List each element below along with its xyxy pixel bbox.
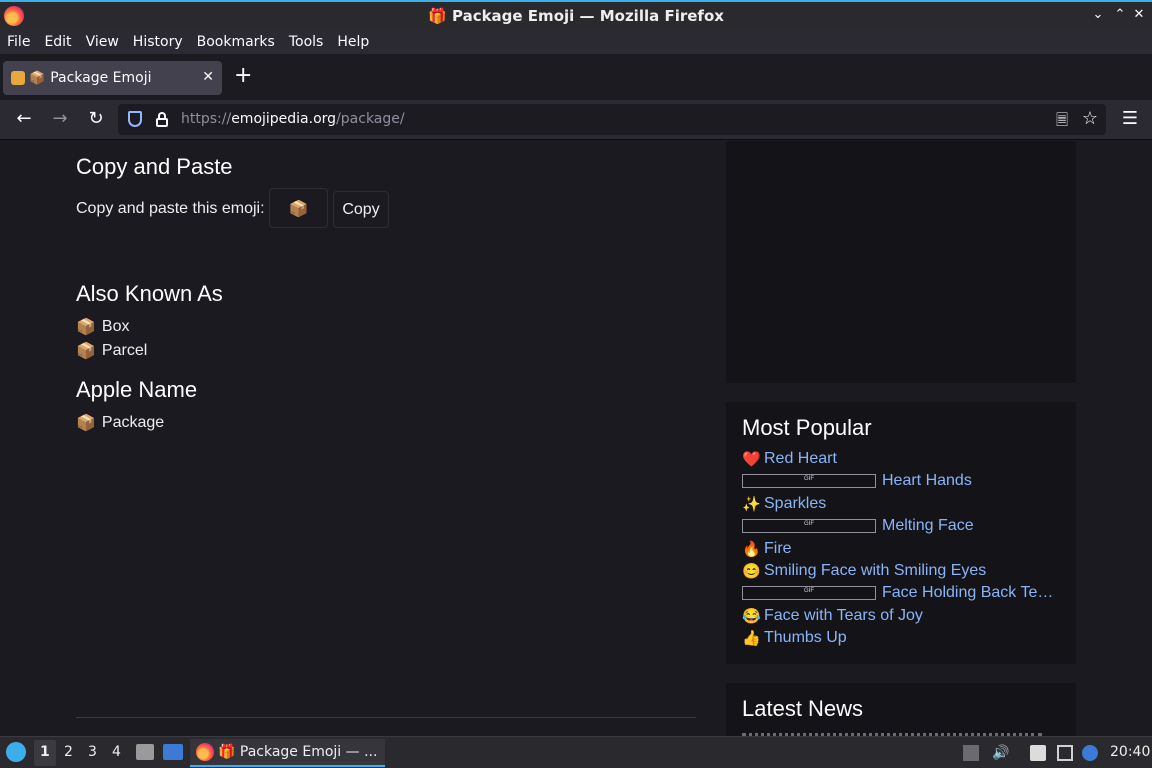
list-item: 📦 Box — [76, 318, 130, 336]
tray-storage-icon[interactable] — [963, 745, 979, 761]
tracking-protection-shield-icon[interactable] — [128, 111, 142, 127]
taskbar-firefox-window[interactable]: 🎁 Package Emoji — ... — [190, 739, 385, 767]
copy-paste-heading: Copy and Paste — [76, 154, 233, 179]
copy-button[interactable]: Copy — [333, 191, 389, 228]
menu-edit[interactable]: Edit — [44, 34, 71, 50]
menu-help[interactable]: Help — [337, 34, 369, 50]
content-divider — [76, 717, 696, 718]
app-menu-button[interactable]: ☰ — [1122, 108, 1138, 129]
network-icon[interactable] — [1057, 745, 1073, 761]
tab-strip: 📦 Package Emoji ✕ + — [0, 54, 1152, 100]
workspace-1[interactable]: 1 — [40, 744, 50, 760]
package-icon: 📦 — [29, 70, 46, 86]
menu-view[interactable]: View — [86, 34, 119, 50]
window-titlebar: 🎁 Package Emoji — Mozilla Firefox ⌄ ⌃ ✕ — [0, 0, 1152, 30]
gif-thumbnail — [742, 519, 876, 533]
new-tab-button[interactable]: + — [234, 64, 252, 88]
menu-file[interactable]: File — [7, 34, 30, 50]
popular-item[interactable]: ✨ Sparkles — [742, 495, 826, 513]
popular-item[interactable]: 😂 Face with Tears of Joy — [742, 607, 923, 625]
close-tab-button[interactable]: ✕ — [202, 69, 214, 85]
start-menu-icon[interactable] — [6, 742, 26, 762]
apple-name-heading: Apple Name — [76, 377, 198, 402]
taskbar: 1 2 3 4 🎁 Package Emoji — ... 🔊 20:40 — [0, 736, 1152, 768]
menu-history[interactable]: History — [133, 34, 183, 50]
window-title: 🎁 Package Emoji — Mozilla Firefox — [428, 7, 724, 25]
workspace-4[interactable]: 4 — [112, 744, 121, 760]
page-content: Copy and Paste Copy and paste this emoji… — [0, 141, 1152, 736]
reader-view-icon[interactable]: 🗏 — [1056, 110, 1068, 135]
volume-icon[interactable]: 🔊 — [992, 745, 1009, 761]
forward-button[interactable]: → — [48, 108, 72, 130]
close-window-button[interactable]: ✕ — [1129, 7, 1149, 22]
menu-tools[interactable]: Tools — [289, 34, 324, 50]
menu-bar: File Edit View History Bookmarks Tools H… — [0, 30, 1152, 54]
navigation-toolbar: ← → ↻ https://emojipedia.org/package/ 🗏 … — [0, 100, 1152, 140]
workspace-3[interactable]: 3 — [88, 744, 97, 760]
latest-news-heading: Latest News — [742, 696, 864, 721]
popular-item[interactable]: Face Holding Back Te… — [742, 584, 1053, 602]
back-button[interactable]: ← — [12, 108, 36, 130]
minimize-button[interactable]: ⌄ — [1088, 7, 1108, 22]
popular-item[interactable]: Heart Hands — [742, 472, 972, 490]
lock-icon[interactable] — [156, 112, 168, 127]
show-desktop-icon[interactable] — [163, 744, 183, 760]
menu-bookmarks[interactable]: Bookmarks — [197, 34, 275, 50]
tab-package-emoji[interactable]: 📦 Package Emoji ✕ — [3, 61, 222, 95]
gif-thumbnail — [742, 586, 876, 600]
copy-prompt: Copy and paste this emoji: — [76, 200, 265, 217]
bookmark-star-icon[interactable]: ☆ — [1082, 108, 1098, 129]
list-item: 📦 Parcel — [76, 342, 148, 360]
workspace-2[interactable]: 2 — [64, 744, 73, 760]
gif-thumbnail — [742, 474, 876, 488]
popular-item[interactable]: 👍 Thumbs Up — [742, 629, 847, 647]
popular-item[interactable]: 🔥 Fire — [742, 540, 792, 558]
firefox-logo-icon — [4, 6, 24, 26]
firefox-icon — [196, 743, 214, 761]
popular-item[interactable]: Melting Face — [742, 517, 974, 535]
popular-item[interactable]: 😊 Smiling Face with Smiling Eyes — [742, 562, 986, 580]
emojipedia-favicon-icon — [11, 71, 25, 85]
popular-item[interactable]: ❤️ Red Heart — [742, 450, 837, 468]
clipboard-icon[interactable] — [1030, 745, 1046, 761]
also-known-as-heading: Also Known As — [76, 281, 223, 306]
maximize-button[interactable]: ⌃ — [1110, 7, 1130, 22]
url-bar[interactable]: https://emojipedia.org/package/ 🗏 ☆ — [118, 104, 1106, 135]
tab-label: Package Emoji — [50, 70, 152, 86]
file-manager-icon[interactable] — [136, 744, 154, 760]
most-popular-heading: Most Popular — [742, 415, 872, 440]
clock[interactable]: 20:40 — [1110, 744, 1150, 760]
ad-placeholder — [726, 141, 1076, 383]
list-item: 📦 Package — [76, 414, 165, 432]
notification-icon[interactable] — [1082, 745, 1098, 761]
reload-button[interactable]: ↻ — [84, 108, 108, 130]
emoji-copy-field[interactable]: 📦 — [269, 188, 328, 228]
url-text[interactable]: https://emojipedia.org/package/ — [181, 111, 405, 127]
